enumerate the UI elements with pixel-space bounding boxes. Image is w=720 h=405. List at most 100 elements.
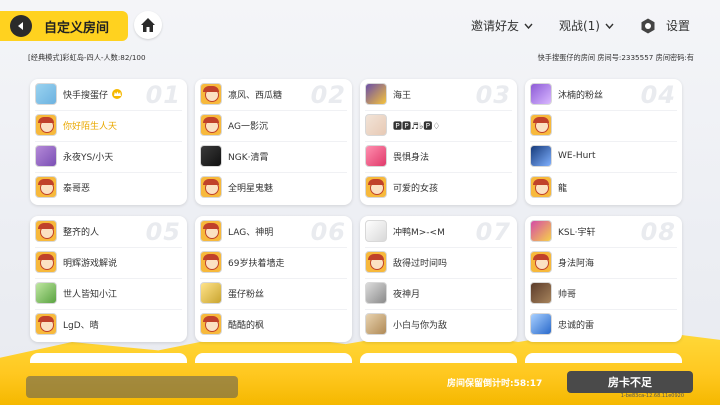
slot-divider bbox=[35, 247, 182, 248]
player-slot[interactable]: NGK·清霄 bbox=[200, 144, 347, 168]
team-card[interactable]: 03 海王 🅿🅿♬♭🅿♢ 畏惧身法 可爱的女孩 bbox=[360, 79, 517, 205]
player-slot[interactable]: 明辉游戏解说 bbox=[35, 250, 182, 274]
home-button[interactable] bbox=[134, 11, 162, 39]
slot-divider bbox=[200, 247, 347, 248]
player-slot[interactable]: LAG、神明 bbox=[200, 219, 347, 243]
player-slot[interactable]: 全明星鬼魅 bbox=[200, 175, 347, 199]
player-name: 夜神月 bbox=[393, 289, 421, 300]
settings-button[interactable]: 设置 bbox=[614, 17, 690, 34]
player-avatar bbox=[35, 145, 57, 167]
player-slot[interactable]: 冲鸭M>-<M bbox=[365, 219, 512, 243]
settings-label: 设置 bbox=[665, 19, 690, 33]
player-name: 可爱的女孩 bbox=[393, 183, 439, 194]
top-bar: 自定义房间 邀请好友 观战(1) 设置 bbox=[0, 0, 720, 44]
slot-divider bbox=[35, 172, 182, 173]
player-avatar bbox=[200, 145, 222, 167]
player-name: LgD、晴 bbox=[63, 320, 99, 331]
invite-friends-button[interactable]: 邀请好友 bbox=[471, 17, 533, 34]
player-avatar bbox=[365, 176, 387, 198]
player-name: 蛋仔粉丝 bbox=[228, 289, 265, 300]
player-slot[interactable]: 快手搜蛋仔 bbox=[35, 82, 182, 106]
chevron-down-icon bbox=[605, 23, 614, 29]
player-slot[interactable]: 小白与你为敌 bbox=[365, 312, 512, 336]
player-avatar bbox=[530, 313, 552, 335]
player-slot[interactable] bbox=[530, 113, 677, 137]
player-name: 你好陌生人天 bbox=[63, 121, 118, 132]
slot-divider bbox=[365, 278, 512, 279]
player-name: 畏惧身法 bbox=[393, 152, 430, 163]
player-avatar bbox=[200, 176, 222, 198]
player-slot[interactable]: 可爱的女孩 bbox=[365, 175, 512, 199]
player-slot[interactable]: 酷酷的枫 bbox=[200, 312, 347, 336]
team-card[interactable]: 06 LAG、神明 69岁扶着墙走 蛋仔粉丝 酷酷的枫 bbox=[195, 216, 352, 342]
team-card[interactable]: 05 整齐的人 明辉游戏解说 世人皆知小江 LgD、晴 bbox=[30, 216, 187, 342]
room-info-line: [经典模式]彩虹岛-四人-人数:82/100 快手搜蛋仔的房间 房间号:2335… bbox=[28, 53, 694, 65]
player-slot[interactable]: 🅿🅿♬♭🅿♢ bbox=[365, 113, 512, 137]
player-slot[interactable]: KSL·宇轩 bbox=[530, 219, 677, 243]
player-slot[interactable]: 蛋仔粉丝 bbox=[200, 281, 347, 305]
player-slot[interactable]: 69岁扶着墙走 bbox=[200, 250, 347, 274]
top-right-menu: 邀请好友 观战(1) 设置 bbox=[471, 17, 690, 34]
player-slot[interactable]: AG一影沉 bbox=[200, 113, 347, 137]
slot-divider bbox=[365, 141, 512, 142]
version-text: 1-be83ca-12.68.11e0920 bbox=[620, 393, 684, 399]
team-card[interactable]: 07 冲鸭M>-<M 敌得过时间吗 夜神月 小白与你为敌 bbox=[360, 216, 517, 342]
player-avatar bbox=[530, 251, 552, 273]
team-card[interactable]: 04 沐楠的粉丝 WE-Hurt 龍 bbox=[525, 79, 682, 205]
team-card[interactable]: 02 凛风、西瓜糖 AG一影沉 NGK·清霄 全明星鬼魅 bbox=[195, 79, 352, 205]
player-name: 泰哥恶 bbox=[63, 183, 91, 194]
player-avatar bbox=[200, 83, 222, 105]
player-avatar bbox=[35, 282, 57, 304]
player-slot[interactable]: 你好陌生人天 bbox=[35, 113, 182, 137]
player-slot[interactable]: 敌得过时间吗 bbox=[365, 250, 512, 274]
player-name: 沐楠的粉丝 bbox=[558, 90, 604, 101]
player-slot[interactable]: 海王 bbox=[365, 82, 512, 106]
player-avatar bbox=[35, 313, 57, 335]
player-slot[interactable]: 龍 bbox=[530, 175, 677, 199]
player-slot[interactable]: 泰哥恶 bbox=[35, 175, 182, 199]
room-card-button[interactable]: 房卡不足 bbox=[567, 371, 693, 393]
player-slot[interactable]: 凛风、西瓜糖 bbox=[200, 82, 347, 106]
player-name: 永夜YS/小天 bbox=[63, 152, 114, 163]
player-slot[interactable]: WE-Hurt bbox=[530, 144, 677, 168]
player-name: 身法阿海 bbox=[558, 258, 595, 269]
invite-label: 邀请好友 bbox=[470, 19, 519, 33]
spectate-button[interactable]: 观战(1) bbox=[559, 17, 614, 34]
player-avatar bbox=[200, 251, 222, 273]
team-card[interactable]: 08 KSL·宇轩 身法阿海 帅哥 忠诚的雷 bbox=[525, 216, 682, 342]
slot-divider bbox=[35, 110, 182, 111]
player-slot[interactable]: 永夜YS/小天 bbox=[35, 144, 182, 168]
player-slot[interactable]: 帅哥 bbox=[530, 281, 677, 305]
player-name: 敌得过时间吗 bbox=[393, 258, 448, 269]
player-avatar bbox=[200, 220, 222, 242]
player-slot[interactable]: 沐楠的粉丝 bbox=[530, 82, 677, 106]
back-button[interactable]: 自定义房间 bbox=[0, 11, 128, 41]
room-owner-crown-icon bbox=[112, 89, 123, 99]
player-slot[interactable]: 夜神月 bbox=[365, 281, 512, 305]
slot-divider bbox=[35, 141, 182, 142]
team-card-partial bbox=[360, 353, 517, 363]
player-name: NGK·清霄 bbox=[228, 152, 269, 163]
player-name: 龍 bbox=[558, 183, 568, 194]
player-avatar bbox=[365, 145, 387, 167]
player-slot[interactable]: 整齐的人 bbox=[35, 219, 182, 243]
player-avatar bbox=[200, 114, 222, 136]
player-name: LAG、神明 bbox=[228, 227, 274, 238]
player-avatar bbox=[365, 282, 387, 304]
player-slot[interactable]: 忠诚的雷 bbox=[530, 312, 677, 336]
player-slot[interactable]: 身法阿海 bbox=[530, 250, 677, 274]
player-avatar bbox=[530, 114, 552, 136]
player-name: 69岁扶着墙走 bbox=[228, 258, 285, 269]
player-slot[interactable]: LgD、晴 bbox=[35, 312, 182, 336]
player-slot[interactable]: 畏惧身法 bbox=[365, 144, 512, 168]
player-avatar bbox=[35, 251, 57, 273]
team-card-partial bbox=[195, 353, 352, 363]
player-avatar bbox=[35, 176, 57, 198]
team-card[interactable]: 01 快手搜蛋仔 你好陌生人天 永夜YS/小天 泰哥恶 bbox=[30, 79, 187, 205]
player-avatar bbox=[365, 313, 387, 335]
chat-input-bar[interactable] bbox=[26, 376, 238, 398]
player-avatar bbox=[35, 114, 57, 136]
player-slot[interactable]: 世人皆知小江 bbox=[35, 281, 182, 305]
player-name: 帅哥 bbox=[558, 289, 577, 300]
chevron-down-icon bbox=[524, 23, 533, 29]
